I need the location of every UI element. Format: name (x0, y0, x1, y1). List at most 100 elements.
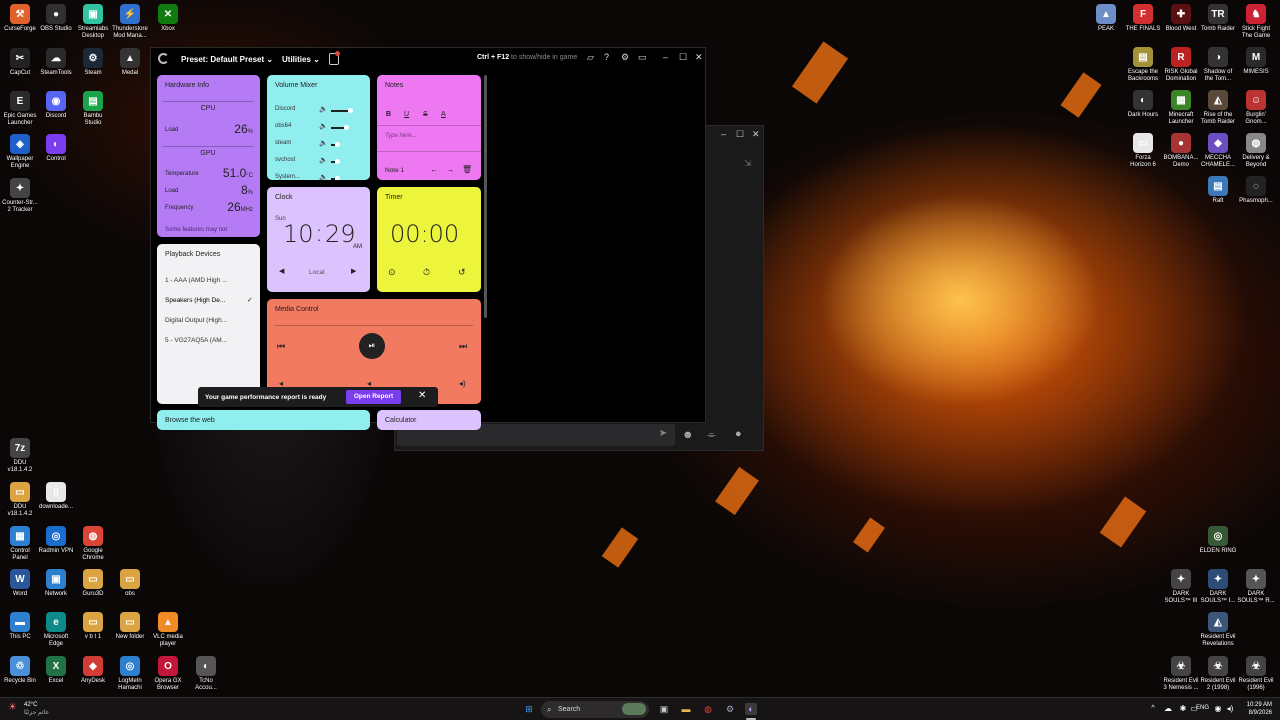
desktop-shortcut[interactable]: ☣ Resident Evil 3 Nemesis ... (1161, 656, 1201, 692)
desktop-shortcut[interactable]: ◑ Shadow of the Tom... (1198, 47, 1238, 83)
desktop-shortcut[interactable]: ◎ Radmin VPN (36, 526, 76, 555)
desktop-shortcut[interactable]: ◎ ELDEN RING (1198, 526, 1238, 555)
app-overlay-icon[interactable]: ◐ (745, 703, 757, 715)
desktop-shortcut[interactable]: O Opera GX Browser (148, 656, 188, 692)
desktop-shortcut[interactable]: ✦ DARK SOULS™ R... (1236, 569, 1276, 605)
desktop-shortcut[interactable]: ▯ downloade... (36, 482, 76, 511)
maximize-icon[interactable]: ☐ (679, 52, 687, 63)
desktop-shortcut[interactable]: ◐ Dark Hours (1123, 90, 1163, 119)
next-track-icon[interactable]: ⏭ (459, 341, 467, 352)
chat-icon[interactable]: ▱ (587, 52, 594, 63)
next-note-icon[interactable]: → (446, 165, 454, 174)
desktop-shortcut[interactable]: ✕ Xbox (148, 4, 188, 33)
desktop-shortcut[interactable]: 7z DDU v18.1.4.2 (0, 438, 40, 474)
task-view-icon[interactable]: ▣ (658, 703, 670, 715)
send-icon[interactable]: ➤ (659, 428, 667, 439)
desktop-shortcut[interactable]: F THE FINALS (1123, 4, 1163, 33)
display-icon[interactable]: ▭ (638, 52, 647, 63)
preset-dropdown[interactable]: Preset: Default Preset ⌄ (181, 55, 273, 64)
text-color-button[interactable]: A (441, 111, 446, 118)
volume-slider-knob[interactable] (335, 142, 340, 147)
maximize-icon[interactable]: ☐ (736, 129, 744, 140)
desktop-shortcut[interactable]: ◉ Discord (36, 91, 76, 120)
timer-start-icon[interactable]: ⊙ (388, 267, 396, 278)
attach-icon[interactable]: ⌯ (707, 429, 716, 442)
desktop-shortcut[interactable]: ▦ Control Panel (0, 526, 40, 562)
network-icon[interactable]: ◉ (1212, 703, 1224, 715)
desktop-shortcut[interactable]: ▭ Forza Horizon 6 (1123, 133, 1163, 169)
notes-input[interactable]: Type here... (377, 125, 481, 152)
desktop-shortcut[interactable]: ◐ TcNo Accou... (186, 656, 226, 692)
previous-track-icon[interactable]: ⏮ (277, 341, 285, 352)
desktop-shortcut[interactable]: ⚙ Steam (73, 48, 113, 77)
desktop-shortcut[interactable]: ◎ LogMeIn Hamachi (110, 656, 150, 692)
volume-slider-knob[interactable] (348, 108, 353, 113)
file-explorer-icon[interactable]: ▬ (680, 703, 692, 715)
volume-icon[interactable]: ◂) (1224, 703, 1236, 715)
desktop-shortcut[interactable]: ▬ This PC (0, 612, 40, 641)
timer-reset-icon[interactable]: ↺ (458, 267, 466, 278)
desktop-shortcut[interactable]: ☁ SteamTools (36, 48, 76, 77)
minimize-icon[interactable]: – (663, 52, 668, 62)
desktop-shortcut[interactable]: ▤ Bambu Studio (73, 91, 113, 127)
desktop-shortcut[interactable]: ◭ Rise of the Tomb Raider (1198, 90, 1238, 126)
settings-icon[interactable]: ⚙ (621, 52, 629, 63)
desktop-shortcut[interactable]: ▭ New folder (110, 612, 150, 641)
strikethrough-button[interactable]: S (423, 111, 428, 118)
volume-row[interactable]: obs64 🔈 (275, 123, 365, 133)
speaker-icon[interactable]: 🔈 (319, 105, 328, 113)
desktop-shortcut[interactable]: E Epic Games Launcher (0, 91, 40, 127)
desktop-shortcut[interactable]: ▣ Network (36, 569, 76, 598)
desktop-shortcut[interactable]: W Word (0, 569, 40, 598)
prev-note-icon[interactable]: ← (430, 165, 438, 174)
desktop-shortcut[interactable]: ▭ obs (110, 569, 150, 598)
desktop-shortcut[interactable]: ◈ Wallpaper Engine (0, 134, 40, 170)
tray-app-icon[interactable]: ☁ (1162, 703, 1174, 715)
widgets-scrollbar[interactable] (484, 75, 487, 318)
chrome-icon[interactable]: ◍ (702, 703, 714, 715)
desktop-shortcut[interactable]: ▭ v b t 1 (73, 612, 113, 641)
desktop-shortcut[interactable]: ☣ Resident Evil (1996) (1236, 656, 1276, 692)
desktop-shortcut[interactable]: ▭ DDU v18.1.4.2 (0, 482, 40, 518)
volume-slider-knob[interactable] (335, 176, 340, 180)
desktop-shortcut[interactable]: X Excel (36, 656, 76, 685)
desktop-shortcut[interactable]: ▲ VLC media player (148, 612, 188, 648)
next-zone-icon[interactable]: ▶ (351, 267, 356, 275)
close-icon[interactable]: ✕ (695, 52, 703, 63)
minimize-icon[interactable]: – (721, 129, 726, 139)
desktop-shortcut[interactable]: ☣ Resident Evil 2 (1998) (1198, 656, 1238, 692)
close-icon[interactable]: ✕ (752, 129, 760, 140)
desktop-shortcut[interactable]: TR Tomb Raider (1198, 4, 1238, 33)
expand-icon[interactable]: ⇲ (744, 158, 752, 169)
language-indicator[interactable]: ENG (1196, 705, 1209, 711)
desktop-shortcut[interactable]: ✦ DARK SOULS™ III (1161, 569, 1201, 605)
playback-device-item[interactable]: 5 - VG27AQ5A (AM... (165, 337, 255, 344)
desktop-shortcut[interactable]: ▭ Guru3D (73, 569, 113, 598)
desktop-shortcut[interactable]: ◐ Control (36, 134, 76, 163)
playback-device-item[interactable]: Digital Output (High... (165, 317, 255, 324)
mute-icon[interactable]: ◂) (459, 379, 466, 388)
utilities-dropdown[interactable]: Utilities ⌄ (282, 55, 320, 64)
start-icon[interactable]: ⊞ (523, 703, 535, 715)
playback-device-item[interactable]: 1 - AAA (AMD High ... (165, 277, 255, 284)
desktop-shortcut[interactable]: ✂ CapCut (0, 48, 40, 77)
timer-widget[interactable]: Timer 00:00 ⊙ ⏱ ↺ (377, 187, 481, 292)
desktop-shortcut[interactable]: ✚ Blood West (1161, 4, 1201, 33)
taskbar-clock[interactable]: 10:29 AM 8/9/2026 (1240, 701, 1272, 717)
volume-slider-knob[interactable] (344, 125, 349, 130)
desktop-shortcut[interactable]: ☺ Burglin' Gnom... (1236, 90, 1276, 126)
speaker-icon[interactable]: 🔈 (319, 156, 328, 164)
close-toast-icon[interactable]: ✕ (418, 390, 426, 401)
emoji-icon[interactable]: ☻ (682, 429, 694, 441)
timer-stopwatch-icon[interactable]: ⏱ (423, 267, 430, 278)
desktop-shortcut[interactable]: ◍ Google Chrome (73, 526, 113, 562)
playback-devices-widget[interactable]: Playback Devices 1 - AAA (AMD High ... Sp… (157, 244, 260, 404)
speaker-icon[interactable]: 🔈 (319, 173, 328, 180)
desktop-shortcut[interactable]: ♲ Recycle Bin (0, 656, 40, 685)
volume-slider-knob[interactable] (335, 159, 340, 164)
desktop-shortcut[interactable]: ▲ Medal (110, 48, 150, 77)
desktop-shortcut[interactable]: R RISK Global Domination (1161, 47, 1201, 83)
desktop-shortcut[interactable]: ▣ Streamlabs Desktop (73, 4, 113, 40)
desktop-shortcut[interactable]: ● BOMBANA... Demo (1161, 133, 1201, 169)
tray-chevron-icon[interactable]: ^ (1147, 703, 1159, 715)
